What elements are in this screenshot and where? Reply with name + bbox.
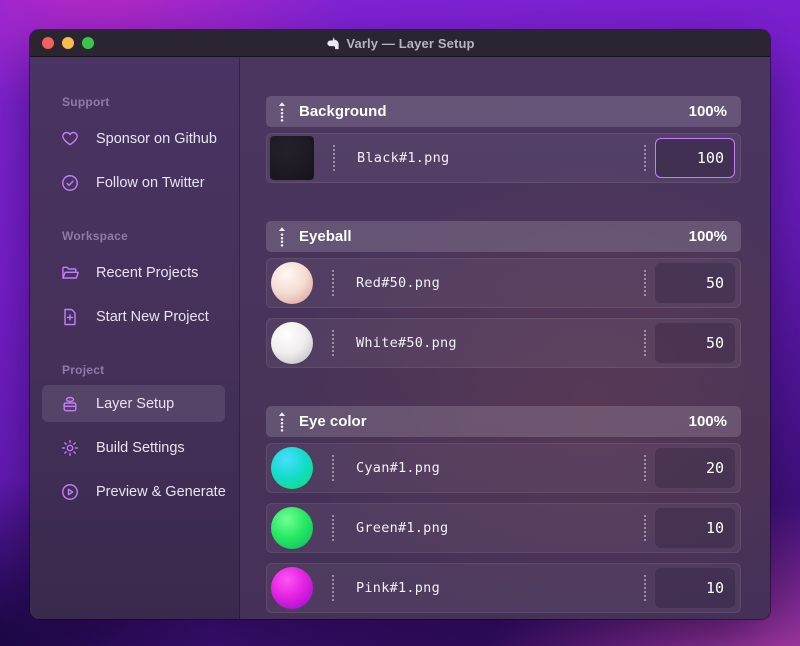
layer-thumbnail <box>271 447 313 489</box>
layer-filename: Black#1.png <box>357 150 450 166</box>
separator <box>644 270 646 296</box>
sidebar-item-start-new-project[interactable]: Start New Project <box>30 295 239 339</box>
sidebar-item-label: Build Settings <box>96 440 185 456</box>
sidebar-section-label: Support <box>62 95 110 109</box>
layer-filename: Cyan#1.png <box>356 460 440 476</box>
sidebar-item-follow-on-twitter[interactable]: Follow on Twitter <box>30 161 239 205</box>
sidebar-item-recent-projects[interactable]: Recent Projects <box>30 251 239 295</box>
layer-thumbnail <box>270 136 314 180</box>
layer-row[interactable]: White#50.png <box>266 318 741 368</box>
group-weight: 100% <box>688 228 727 245</box>
app-window: Varly — Layer Setup Support Sponsor on Gi… <box>30 30 770 619</box>
layer-filename: Red#50.png <box>356 275 440 291</box>
layer-thumbnail <box>271 262 313 304</box>
drag-handle-icon[interactable] <box>277 411 287 433</box>
sidebar: Support Sponsor on Github Follow on Twitte… <box>30 57 240 619</box>
sidebar-item-layer-setup[interactable]: Layer Setup <box>42 385 225 422</box>
separator <box>332 515 334 541</box>
layer-value-input[interactable] <box>655 323 735 363</box>
file-plus-icon <box>60 307 80 327</box>
desktop-background: Varly — Layer Setup Support Sponsor on Gi… <box>0 0 800 646</box>
separator <box>644 145 646 171</box>
unicorn-icon <box>325 36 340 51</box>
heart-icon <box>60 129 80 149</box>
layer-value-input[interactable] <box>655 138 735 178</box>
layer-filename: Green#1.png <box>356 520 449 536</box>
separator <box>332 270 334 296</box>
group-header[interactable]: Eye color 100% <box>266 406 741 437</box>
layer-thumbnail <box>271 507 313 549</box>
layer-row[interactable]: Black#1.png <box>266 133 741 183</box>
window-title-text: Varly — Layer Setup <box>346 35 475 51</box>
sidebar-item-label: Start New Project <box>96 309 209 325</box>
group-title: Background <box>299 103 387 120</box>
folder-icon <box>60 263 80 283</box>
play-circle-icon <box>60 482 80 502</box>
layer-value-input[interactable] <box>655 508 735 548</box>
titlebar[interactable]: Varly — Layer Setup <box>30 30 770 57</box>
sidebar-item-label: Layer Setup <box>96 395 175 412</box>
group-header[interactable]: Background 100% <box>266 96 741 127</box>
sidebar-item-build-settings[interactable]: Build Settings <box>30 426 239 470</box>
sidebar-item-label: Preview & Generate <box>96 484 226 500</box>
layer-value-input[interactable] <box>655 448 735 488</box>
layer-row[interactable]: Red#50.png <box>266 258 741 308</box>
layer-row[interactable]: Green#1.png <box>266 503 741 553</box>
separator <box>644 575 646 601</box>
group-weight: 100% <box>688 103 727 120</box>
layer-filename: Pink#1.png <box>356 580 440 596</box>
sidebar-item-label: Follow on Twitter <box>96 175 205 191</box>
separator <box>333 145 335 171</box>
separator <box>644 515 646 541</box>
window-title: Varly — Layer Setup <box>30 30 770 56</box>
sidebar-item-label: Sponsor on Github <box>96 131 217 147</box>
separator <box>332 330 334 356</box>
separator <box>644 455 646 481</box>
layer-thumbnail <box>271 322 313 364</box>
layer-value-input[interactable] <box>655 568 735 608</box>
sidebar-item-preview-generate[interactable]: Preview & Generate <box>30 470 239 514</box>
sidebar-item-sponsor-on-github[interactable]: Sponsor on Github <box>30 117 239 161</box>
layer-row[interactable]: Cyan#1.png <box>266 443 741 493</box>
separator <box>332 575 334 601</box>
layer-row[interactable]: Pink#1.png <box>266 563 741 613</box>
separator <box>644 330 646 356</box>
sidebar-section-label: Workspace <box>62 229 128 243</box>
drag-handle-icon[interactable] <box>277 226 287 248</box>
badge-check-icon <box>60 173 80 193</box>
gear-icon <box>60 438 80 458</box>
sidebar-item-label: Recent Projects <box>96 265 199 281</box>
layers-icon <box>60 394 80 414</box>
layer-filename: White#50.png <box>356 335 457 351</box>
sidebar-section-label: Project <box>62 363 105 377</box>
group-title: Eye color <box>299 413 367 430</box>
layer-group: Background 100% Black#1.png <box>266 96 741 183</box>
drag-handle-icon[interactable] <box>277 101 287 123</box>
group-title: Eyeball <box>299 228 352 245</box>
group-header[interactable]: Eyeball 100% <box>266 221 741 252</box>
layer-setup-panel: Background 100% Black#1.png Eyeball 100% Red#… <box>240 57 770 619</box>
group-weight: 100% <box>688 413 727 430</box>
layer-thumbnail <box>271 567 313 609</box>
layer-value-input[interactable] <box>655 263 735 303</box>
layer-group: Eyeball 100% Red#50.png White#50.png <box>266 221 741 368</box>
layer-group: Eye color 100% Cyan#1.png Green#1.png Pink#1… <box>266 406 741 613</box>
separator <box>332 455 334 481</box>
